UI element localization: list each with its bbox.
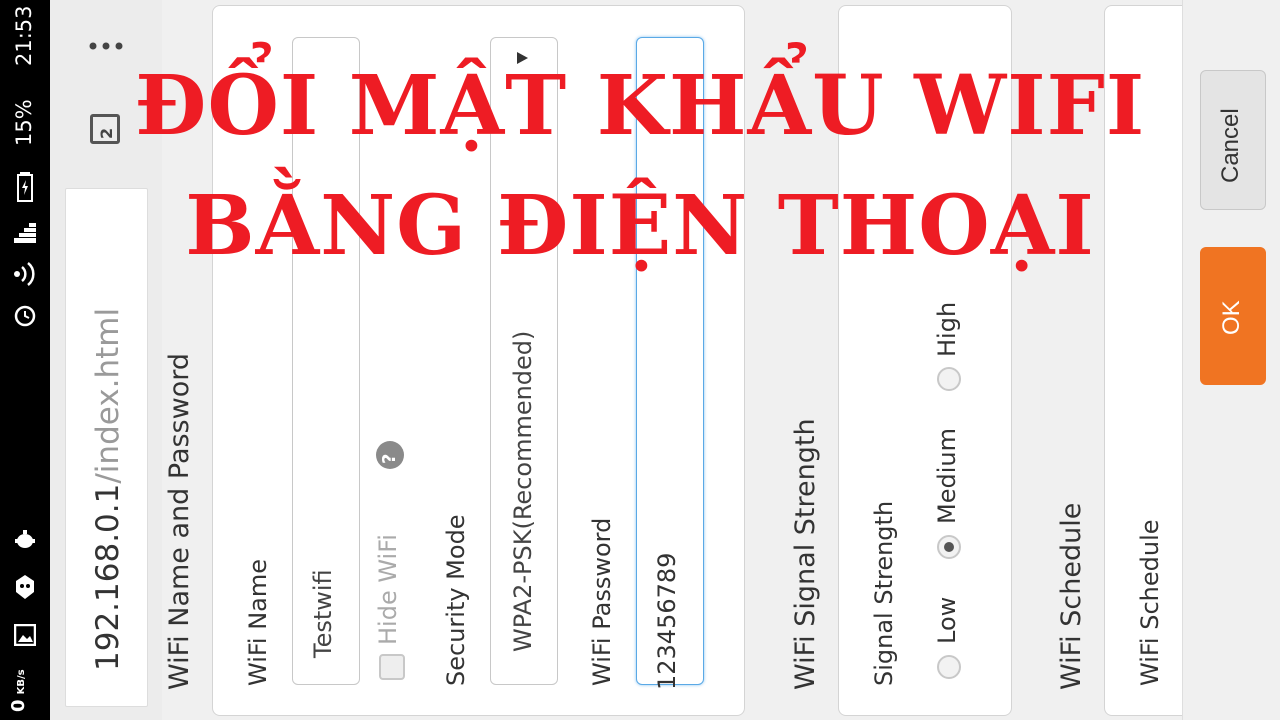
security-mode-label: Security Mode — [442, 514, 470, 686]
ok-label: OK — [1218, 300, 1245, 335]
signal-high-label: High — [933, 301, 961, 357]
help-icon[interactable]: ? — [376, 441, 404, 469]
help-glyph: ? — [379, 453, 400, 464]
hide-wifi-checkbox[interactable] — [379, 654, 405, 680]
section-heading-name-password: WiFi Name and Password — [164, 353, 195, 690]
wifi-name-label: WiFi Name — [244, 558, 272, 686]
clock: 21:53 — [12, 5, 36, 66]
overlay-title-line-2: BẰNG ĐIỆN THOẠI — [185, 178, 1095, 274]
signal-medium-radio[interactable] — [937, 535, 961, 559]
section-heading-schedule: WiFi Schedule — [1056, 502, 1087, 690]
section-heading-signal-strength: WiFi Signal Strength — [790, 418, 821, 690]
schedule-label: WiFi Schedule — [1136, 519, 1164, 686]
wifi-name-value: Testwifi — [309, 569, 337, 658]
signal-low-radio[interactable] — [937, 655, 961, 679]
notification-icon — [0, 574, 50, 605]
overlay-title-line-1: ĐỔI MẬT KHẨU WIFI — [134, 58, 1146, 154]
alarm-icon — [0, 303, 50, 332]
url-text: 192.168.0.1/index.html — [90, 307, 126, 671]
signal-medium-label: Medium — [933, 428, 961, 524]
signal-low-label: Low — [933, 596, 961, 644]
wifi-password-label: WiFi Password — [588, 517, 616, 686]
more-dots-icon[interactable] — [88, 38, 128, 54]
hide-wifi-label: Hide WiFi — [374, 534, 402, 645]
security-mode-value: WPA2-PSK(Recommended) — [509, 330, 537, 652]
signal-strength-label: Signal Strength — [870, 500, 898, 686]
data-speed: 0 KB/s — [8, 669, 29, 712]
image-icon — [0, 623, 50, 651]
signal-high-radio[interactable] — [937, 367, 961, 391]
android-debug-icon — [0, 528, 50, 557]
wifi-password-value: 123456789 — [653, 552, 681, 690]
